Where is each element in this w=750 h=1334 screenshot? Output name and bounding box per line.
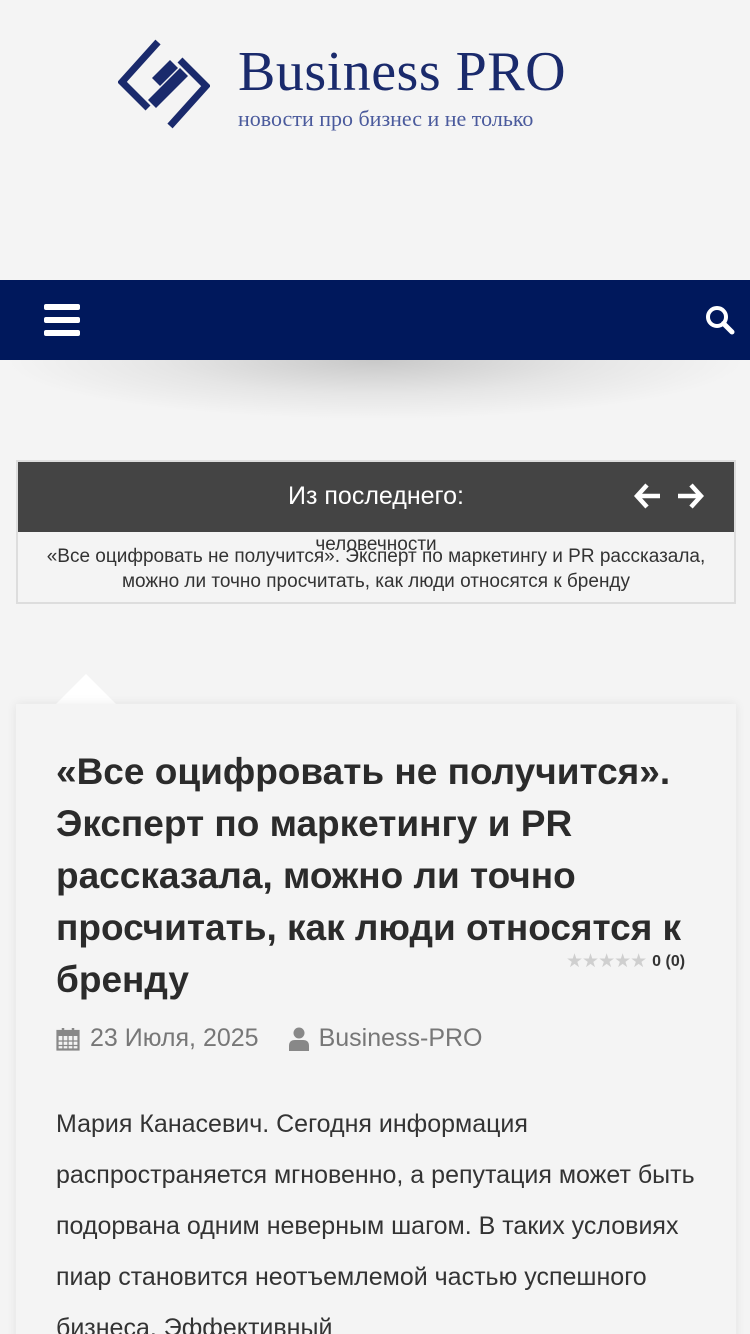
site-header: Business PRO новости про бизнес и не тол… xyxy=(0,0,750,280)
search-icon[interactable] xyxy=(704,304,736,336)
menu-bar-3 xyxy=(44,330,80,336)
rating-stars-icon[interactable]: ★★★★★ xyxy=(566,950,647,973)
main-navbar xyxy=(0,280,750,360)
ticker-header: Из последнего: xyxy=(18,462,734,532)
ticker-current-item[interactable]: «Все оцифровать не получится». Эксперт п… xyxy=(18,544,734,594)
article-author[interactable]: Business-PRO xyxy=(319,1024,483,1053)
hamburger-menu-icon[interactable] xyxy=(44,304,80,336)
ticker-title: Из последнего: xyxy=(288,482,464,510)
logo-diamond-icon xyxy=(118,39,210,129)
menu-bar-1 xyxy=(44,304,80,310)
logo-text: Business PRO новости про бизнес и не тол… xyxy=(238,44,566,132)
ticker-body: человечности «Все оцифровать не получитс… xyxy=(18,532,734,602)
article-notch xyxy=(56,674,116,704)
user-icon xyxy=(288,1027,309,1051)
latest-news-ticker: Из последнего: человечности «Все оцифров… xyxy=(16,460,736,604)
arrow-right-icon[interactable] xyxy=(676,482,704,510)
article-date[interactable]: 23 Июля, 2025 xyxy=(90,1024,259,1053)
menu-bar-2 xyxy=(44,317,80,323)
rating-value: 0 (0) xyxy=(652,952,686,970)
logo-title: Business PRO xyxy=(238,41,567,103)
article-rating[interactable]: ★★★★★ 0 (0) xyxy=(566,950,685,973)
arrow-left-icon[interactable] xyxy=(634,482,662,510)
calendar-icon xyxy=(56,1027,80,1051)
logo-tagline: новости про бизнес и не только xyxy=(238,106,534,131)
navbar-shadow xyxy=(0,360,750,420)
site-logo[interactable]: Business PRO новости про бизнес и не тол… xyxy=(118,38,566,132)
article-card: «Все оцифровать не получится». Эксперт п… xyxy=(16,704,736,1334)
article-body: Мария Канасевич. Сегодня информация расп… xyxy=(56,1110,695,1334)
article-meta: 23 Июля, 2025 Business-PRO xyxy=(56,1024,483,1053)
